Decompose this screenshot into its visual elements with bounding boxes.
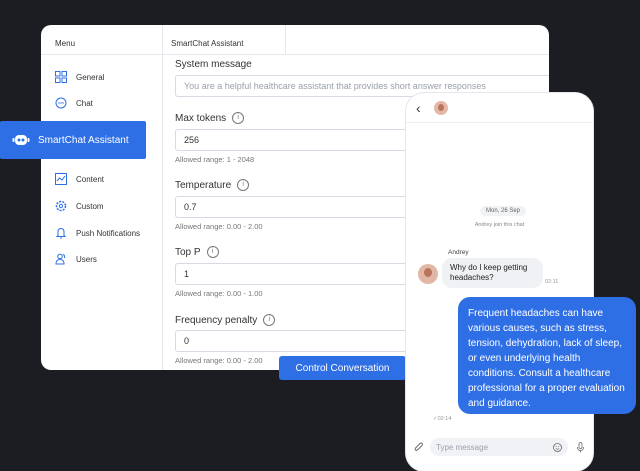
sidebar-item-label: SmartChat Assistant [38, 134, 129, 146]
info-icon: i [206, 246, 219, 258]
message-time: ✓02:14 [433, 416, 452, 422]
back-arrow-icon[interactable]: ‹ [416, 101, 421, 115]
sidebar-item-label: Custom [76, 201, 104, 211]
sidebar-item-general[interactable]: General [55, 71, 104, 83]
temperature-hint: Allowed range: 0.00 - 2.00 [175, 222, 263, 231]
date-chip: Mon, 26 Sep [480, 206, 527, 216]
system-message-label: System message [175, 59, 252, 70]
max-tokens-hint: Allowed range: 1 - 2048 [175, 155, 255, 164]
frequency-penalty-label: Frequency penalty i [175, 314, 276, 326]
sidebar-item-smartchat-assistant[interactable]: SmartChat Assistant [0, 121, 146, 159]
sidebar-item-label: Push Notifications [76, 228, 141, 238]
sidebar-item-label: General [76, 72, 105, 82]
info-icon: i [237, 179, 250, 191]
chat-bubble-icon [55, 97, 67, 109]
message-input[interactable]: Type message [430, 438, 568, 456]
info-icon: i [263, 314, 276, 326]
sidebar-item-push-notifications[interactable]: Push Notifications [55, 227, 140, 239]
sidebar-item-custom[interactable]: Custom [55, 200, 104, 212]
message-composer: Type message [414, 437, 585, 457]
control-conversation-button[interactable]: Control Conversation [279, 356, 406, 380]
incoming-message: Why do I keep getting headaches? [442, 258, 543, 288]
sender-name: Andrey [448, 249, 469, 256]
grid-icon [55, 71, 67, 83]
temperature-label: Temperature i [175, 179, 250, 191]
sidebar-item-label: Content [76, 174, 105, 184]
top-p-label: Top Pi [175, 246, 219, 258]
avatar [434, 101, 448, 115]
frequency-penalty-hint: Allowed range: 0.00 - 2.00 [175, 356, 263, 365]
sidebar-item-content[interactable]: Content [55, 173, 104, 185]
sidebar-item-users[interactable]: Users [55, 253, 97, 265]
robot-icon [12, 135, 30, 145]
bell-icon [55, 227, 67, 239]
outgoing-message: Frequent headaches can have various caus… [458, 297, 636, 414]
sidebar-item-label: Chat [76, 98, 93, 108]
users-icon [55, 253, 66, 265]
paperclip-icon[interactable] [414, 442, 424, 452]
sidebar-item-chat[interactable]: Chat [55, 97, 93, 109]
microphone-icon[interactable] [576, 441, 585, 453]
page-title: SmartChat Assistant [171, 39, 244, 48]
info-icon: i [232, 112, 245, 124]
phone-chat: ‹ Mon, 26 Sep Andrey join this chat Andr… [406, 93, 593, 471]
chart-line-icon [55, 173, 67, 185]
message-time: 02:11 [545, 279, 559, 285]
sidebar-item-label: Users [76, 254, 97, 264]
top-p-hint: Allowed range: 0.00 - 1.00 [175, 289, 263, 298]
max-tokens-label: Max tokens i [175, 112, 245, 124]
sidebar-title: Menu [55, 39, 76, 48]
join-note: Andrey join this chat [474, 222, 525, 228]
avatar [418, 264, 438, 284]
gear-icon [55, 200, 67, 212]
emoji-icon[interactable] [553, 442, 562, 452]
